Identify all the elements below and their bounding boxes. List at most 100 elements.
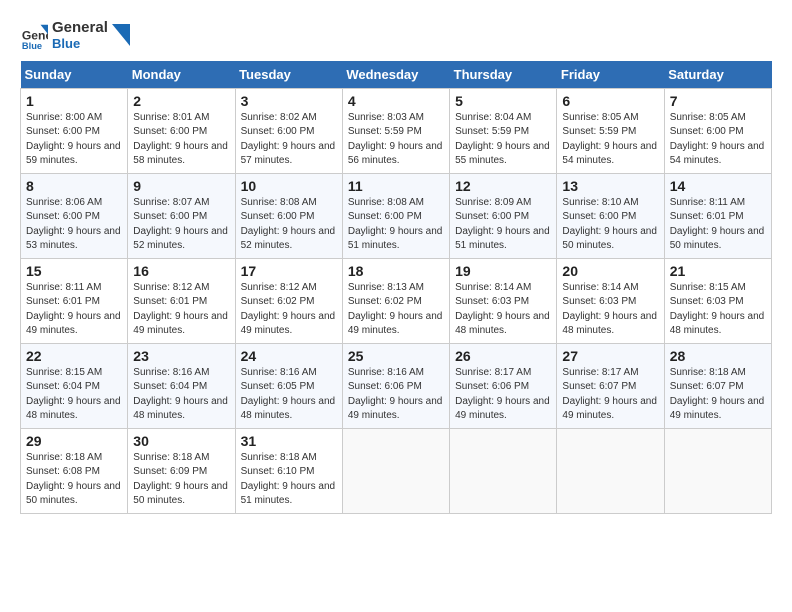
day-info: Sunrise: 8:17 AMSunset: 6:06 PMDaylight:… [455,366,551,424]
calendar-cell: 9 Sunrise: 8:07 AMSunset: 6:00 PMDayligh… [128,173,235,258]
calendar-cell: 16 Sunrise: 8:12 AMSunset: 6:01 PMDaylig… [128,258,235,343]
day-info: Sunrise: 8:15 AMSunset: 6:04 PMDaylight:… [26,366,122,424]
day-number: 2 [133,93,229,109]
day-info: Sunrise: 8:09 AMSunset: 6:00 PMDaylight:… [455,196,551,254]
day-info: Sunrise: 8:02 AMSunset: 6:00 PMDaylight:… [241,111,337,169]
calendar-cell: 29 Sunrise: 8:18 AMSunset: 6:08 PMDaylig… [21,428,128,513]
calendar-cell: 25 Sunrise: 8:16 AMSunset: 6:06 PMDaylig… [342,343,449,428]
calendar-week-1: 1 Sunrise: 8:00 AMSunset: 6:00 PMDayligh… [21,88,772,173]
calendar-week-2: 8 Sunrise: 8:06 AMSunset: 6:00 PMDayligh… [21,173,772,258]
day-number: 9 [133,178,229,194]
day-info: Sunrise: 8:18 AMSunset: 6:09 PMDaylight:… [133,451,229,509]
calendar-cell: 14 Sunrise: 8:11 AMSunset: 6:01 PMDaylig… [664,173,771,258]
day-info: Sunrise: 8:18 AMSunset: 6:08 PMDaylight:… [26,451,122,509]
day-info: Sunrise: 8:14 AMSunset: 6:03 PMDaylight:… [562,281,658,339]
calendar-cell [342,428,449,513]
calendar-cell: 1 Sunrise: 8:00 AMSunset: 6:00 PMDayligh… [21,88,128,173]
day-number: 19 [455,263,551,279]
day-info: Sunrise: 8:16 AMSunset: 6:04 PMDaylight:… [133,366,229,424]
day-number: 22 [26,348,122,364]
day-info: Sunrise: 8:00 AMSunset: 6:00 PMDaylight:… [26,111,122,169]
day-info: Sunrise: 8:15 AMSunset: 6:03 PMDaylight:… [670,281,766,339]
day-info: Sunrise: 8:17 AMSunset: 6:07 PMDaylight:… [562,366,658,424]
day-header-saturday: Saturday [664,61,771,89]
day-number: 6 [562,93,658,109]
calendar-cell [450,428,557,513]
day-info: Sunrise: 8:12 AMSunset: 6:02 PMDaylight:… [241,281,337,339]
day-info: Sunrise: 8:12 AMSunset: 6:01 PMDaylight:… [133,281,229,339]
day-info: Sunrise: 8:03 AMSunset: 5:59 PMDaylight:… [348,111,444,169]
calendar-cell: 24 Sunrise: 8:16 AMSunset: 6:05 PMDaylig… [235,343,342,428]
logo-triangle [112,24,130,46]
calendar-cell: 18 Sunrise: 8:13 AMSunset: 6:02 PMDaylig… [342,258,449,343]
day-number: 3 [241,93,337,109]
day-header-tuesday: Tuesday [235,61,342,89]
day-info: Sunrise: 8:18 AMSunset: 6:07 PMDaylight:… [670,366,766,424]
day-info: Sunrise: 8:01 AMSunset: 6:00 PMDaylight:… [133,111,229,169]
calendar-cell: 17 Sunrise: 8:12 AMSunset: 6:02 PMDaylig… [235,258,342,343]
calendar-week-5: 29 Sunrise: 8:18 AMSunset: 6:08 PMDaylig… [21,428,772,513]
logo: General Blue General Blue [20,20,130,51]
calendar-cell: 26 Sunrise: 8:17 AMSunset: 6:06 PMDaylig… [450,343,557,428]
calendar-cell: 20 Sunrise: 8:14 AMSunset: 6:03 PMDaylig… [557,258,664,343]
calendar-cell: 30 Sunrise: 8:18 AMSunset: 6:09 PMDaylig… [128,428,235,513]
day-number: 5 [455,93,551,109]
calendar-cell: 3 Sunrise: 8:02 AMSunset: 6:00 PMDayligh… [235,88,342,173]
calendar-cell: 7 Sunrise: 8:05 AMSunset: 6:00 PMDayligh… [664,88,771,173]
calendar-cell: 4 Sunrise: 8:03 AMSunset: 5:59 PMDayligh… [342,88,449,173]
calendar-cell: 13 Sunrise: 8:10 AMSunset: 6:00 PMDaylig… [557,173,664,258]
calendar-cell: 6 Sunrise: 8:05 AMSunset: 5:59 PMDayligh… [557,88,664,173]
day-number: 17 [241,263,337,279]
calendar-cell: 19 Sunrise: 8:14 AMSunset: 6:03 PMDaylig… [450,258,557,343]
day-number: 25 [348,348,444,364]
day-info: Sunrise: 8:08 AMSunset: 6:00 PMDaylight:… [348,196,444,254]
calendar-cell: 22 Sunrise: 8:15 AMSunset: 6:04 PMDaylig… [21,343,128,428]
day-info: Sunrise: 8:06 AMSunset: 6:00 PMDaylight:… [26,196,122,254]
day-number: 1 [26,93,122,109]
day-info: Sunrise: 8:05 AMSunset: 6:00 PMDaylight:… [670,111,766,169]
day-info: Sunrise: 8:13 AMSunset: 6:02 PMDaylight:… [348,281,444,339]
day-info: Sunrise: 8:08 AMSunset: 6:00 PMDaylight:… [241,196,337,254]
calendar-cell [664,428,771,513]
day-info: Sunrise: 8:16 AMSunset: 6:05 PMDaylight:… [241,366,337,424]
day-number: 15 [26,263,122,279]
day-number: 31 [241,433,337,449]
calendar-cell: 8 Sunrise: 8:06 AMSunset: 6:00 PMDayligh… [21,173,128,258]
day-number: 18 [348,263,444,279]
calendar-cell: 12 Sunrise: 8:09 AMSunset: 6:00 PMDaylig… [450,173,557,258]
day-header-friday: Friday [557,61,664,89]
day-number: 4 [348,93,444,109]
day-number: 11 [348,178,444,194]
svg-text:Blue: Blue [22,41,42,49]
day-info: Sunrise: 8:07 AMSunset: 6:00 PMDaylight:… [133,196,229,254]
calendar-cell: 15 Sunrise: 8:11 AMSunset: 6:01 PMDaylig… [21,258,128,343]
day-number: 13 [562,178,658,194]
calendar-cell: 28 Sunrise: 8:18 AMSunset: 6:07 PMDaylig… [664,343,771,428]
day-header-sunday: Sunday [21,61,128,89]
calendar-cell: 23 Sunrise: 8:16 AMSunset: 6:04 PMDaylig… [128,343,235,428]
calendar-cell: 10 Sunrise: 8:08 AMSunset: 6:00 PMDaylig… [235,173,342,258]
calendar-week-4: 22 Sunrise: 8:15 AMSunset: 6:04 PMDaylig… [21,343,772,428]
day-info: Sunrise: 8:11 AMSunset: 6:01 PMDaylight:… [26,281,122,339]
day-info: Sunrise: 8:10 AMSunset: 6:00 PMDaylight:… [562,196,658,254]
calendar-cell: 11 Sunrise: 8:08 AMSunset: 6:00 PMDaylig… [342,173,449,258]
day-number: 26 [455,348,551,364]
day-number: 12 [455,178,551,194]
day-number: 7 [670,93,766,109]
calendar-cell: 2 Sunrise: 8:01 AMSunset: 6:00 PMDayligh… [128,88,235,173]
logo-icon: General Blue [20,21,48,49]
day-info: Sunrise: 8:18 AMSunset: 6:10 PMDaylight:… [241,451,337,509]
day-number: 20 [562,263,658,279]
day-number: 29 [26,433,122,449]
day-number: 24 [241,348,337,364]
day-number: 14 [670,178,766,194]
day-info: Sunrise: 8:11 AMSunset: 6:01 PMDaylight:… [670,196,766,254]
day-number: 28 [670,348,766,364]
day-header-wednesday: Wednesday [342,61,449,89]
day-header-thursday: Thursday [450,61,557,89]
day-number: 10 [241,178,337,194]
calendar-cell: 21 Sunrise: 8:15 AMSunset: 6:03 PMDaylig… [664,258,771,343]
page-header: General Blue General Blue [20,20,772,51]
day-number: 27 [562,348,658,364]
day-info: Sunrise: 8:04 AMSunset: 5:59 PMDaylight:… [455,111,551,169]
